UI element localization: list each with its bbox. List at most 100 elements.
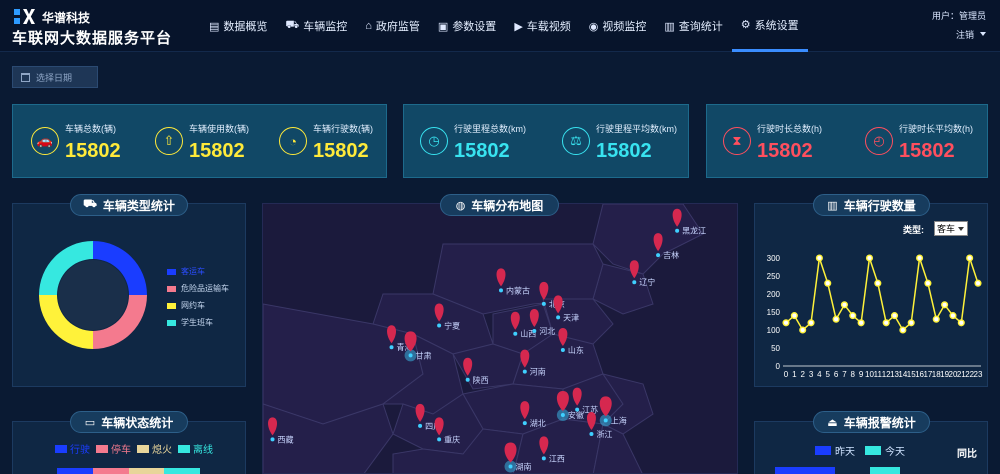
stat-item: ◔ 车辆行驶数(辆) 15802 bbox=[271, 105, 395, 179]
nav-item-4[interactable]: ▶ 车载视频 bbox=[505, 0, 579, 52]
status-legend-item[interactable]: 停车 bbox=[96, 441, 131, 456]
data-point[interactable] bbox=[949, 312, 957, 320]
marker-dot bbox=[437, 323, 442, 328]
data-point[interactable] bbox=[874, 279, 882, 287]
legend-label: 危险品运输车 bbox=[181, 284, 229, 293]
marker-dot bbox=[603, 418, 608, 423]
nav-item-6[interactable]: ▥ 查询统计 bbox=[655, 0, 731, 52]
data-point[interactable] bbox=[924, 279, 932, 287]
data-point[interactable] bbox=[799, 326, 807, 334]
marker-dot bbox=[418, 423, 423, 428]
logo: 华谱科技 车联网大数据服务平台 bbox=[12, 7, 171, 47]
data-point[interactable] bbox=[957, 319, 965, 327]
stat-label: 车辆总数(辆) bbox=[65, 124, 116, 134]
marker-dot bbox=[508, 464, 513, 469]
marker-label: 江西 bbox=[549, 454, 565, 463]
legend-item[interactable]: 客运车 bbox=[167, 263, 229, 280]
legend-label: 离线 bbox=[193, 445, 213, 456]
data-point[interactable] bbox=[899, 326, 907, 334]
legend-swatch bbox=[96, 444, 108, 453]
data-point[interactable] bbox=[916, 254, 924, 262]
nav-item-label: 车辆监控 bbox=[303, 21, 348, 33]
status-legend-item[interactable]: 行驶 bbox=[55, 441, 90, 456]
bar-chart-icon: ▥ bbox=[827, 199, 838, 212]
alarm-legend-item[interactable]: 今天 bbox=[865, 443, 905, 458]
y-tick-label: 300 bbox=[767, 254, 781, 263]
data-point[interactable] bbox=[807, 319, 815, 327]
status-bar-parked bbox=[92, 468, 129, 474]
series-line bbox=[785, 257, 979, 332]
data-point[interactable] bbox=[849, 312, 857, 320]
data-point[interactable] bbox=[907, 319, 915, 327]
marker-label: 内蒙古 bbox=[506, 285, 530, 295]
data-point[interactable] bbox=[824, 279, 832, 287]
logo-mark-icon bbox=[14, 9, 36, 25]
nav-item-label: 系统设置 bbox=[754, 19, 799, 32]
data-point[interactable] bbox=[966, 254, 974, 262]
marker-label: 河南 bbox=[530, 367, 546, 377]
data-point[interactable] bbox=[974, 279, 982, 287]
nav-item-2[interactable]: ⌂ 政府监管 bbox=[356, 0, 429, 52]
legend-label: 熄火 bbox=[152, 445, 172, 456]
status-legend-item[interactable]: 熄火 bbox=[137, 441, 172, 456]
hourglass-icon: ⧗ bbox=[723, 127, 751, 155]
stat-label: 车辆行驶数(辆) bbox=[313, 124, 373, 134]
legend-item[interactable]: 网约车 bbox=[167, 297, 229, 314]
data-point[interactable] bbox=[890, 312, 899, 320]
x-tick-label: 1 bbox=[792, 370, 797, 379]
data-point[interactable] bbox=[815, 254, 823, 262]
data-point[interactable] bbox=[782, 319, 790, 327]
marker-dot bbox=[532, 328, 537, 333]
marker-label: 山东 bbox=[568, 345, 584, 355]
nav-item-3[interactable]: ▣ 参数设置 bbox=[429, 0, 505, 52]
data-point[interactable] bbox=[840, 301, 848, 309]
y-tick-label: 200 bbox=[767, 290, 781, 299]
legend-swatch bbox=[178, 444, 190, 453]
data-point[interactable] bbox=[941, 301, 949, 309]
china-map[interactable]: 黑龙江吉林辽宁内蒙古北京天津宁夏山西河北青海甘肃山东河南陕西安徽江苏上海湖北浙江… bbox=[263, 204, 738, 474]
stat-value: 15802 bbox=[189, 140, 245, 162]
legend-label: 学生班车 bbox=[181, 318, 213, 327]
marker-dot bbox=[560, 412, 565, 417]
data-point[interactable] bbox=[790, 312, 798, 320]
stat-label: 行驶里程平均数(km) bbox=[596, 124, 677, 134]
nav-item-7[interactable]: ⚙ 系统设置 bbox=[731, 0, 808, 52]
x-tick-label: 4 bbox=[817, 370, 822, 379]
nav-item-0[interactable]: ▤ 数据概览 bbox=[200, 0, 276, 52]
status-bar-off bbox=[128, 468, 165, 474]
driving-count-title: ▥ 车辆行驶数量 bbox=[813, 194, 930, 216]
stat-item: ◷ 行驶里程总数(km) 15802 bbox=[412, 105, 536, 179]
vehicle-type-select[interactable]: 客车 bbox=[934, 221, 968, 236]
marker-label: 湖北 bbox=[530, 419, 546, 428]
nav-item-5[interactable]: ◉ 视频监控 bbox=[580, 0, 656, 52]
monitor-icon: ▭ bbox=[84, 416, 96, 429]
legend-swatch bbox=[137, 444, 149, 453]
vehicle-type-title: ⛟ 车辆类型统计 bbox=[70, 194, 188, 216]
alarm-legend-item[interactable]: 昨天 bbox=[815, 443, 855, 458]
data-point[interactable] bbox=[832, 315, 840, 323]
data-point[interactable] bbox=[857, 319, 865, 327]
clock-icon: ◴ bbox=[865, 127, 893, 155]
chevron-down-icon[interactable] bbox=[980, 32, 986, 36]
marker-dot bbox=[522, 421, 527, 426]
legend-swatch bbox=[815, 446, 831, 455]
legend-label: 行驶 bbox=[70, 445, 90, 456]
legend-item[interactable]: 危险品运输车 bbox=[167, 280, 229, 297]
data-point[interactable] bbox=[882, 319, 890, 327]
marker-label: 黑龙江 bbox=[682, 226, 706, 236]
truck-icon: ⛟ bbox=[285, 19, 300, 31]
vehicle-type-legend: 客运车危险品运输车网约车学生班车 bbox=[167, 263, 229, 331]
nav-item-1[interactable]: ⛟ 车辆监控 bbox=[276, 0, 356, 52]
marker-label: 天津 bbox=[563, 312, 579, 322]
data-point[interactable] bbox=[932, 315, 940, 323]
marker-dot bbox=[560, 347, 565, 352]
logout-button[interactable]: 注销 bbox=[956, 28, 974, 41]
stat-value: 15802 bbox=[596, 140, 652, 162]
vehicle-type-select-label: 类型: bbox=[903, 225, 924, 235]
legend-swatch bbox=[167, 319, 176, 326]
status-legend-item[interactable]: 离线 bbox=[178, 441, 213, 456]
legend-item[interactable]: 学生班车 bbox=[167, 314, 229, 331]
stat-value: 15802 bbox=[313, 140, 369, 162]
date-picker-input[interactable]: 选择日期 bbox=[12, 66, 98, 88]
data-point[interactable] bbox=[865, 254, 874, 262]
